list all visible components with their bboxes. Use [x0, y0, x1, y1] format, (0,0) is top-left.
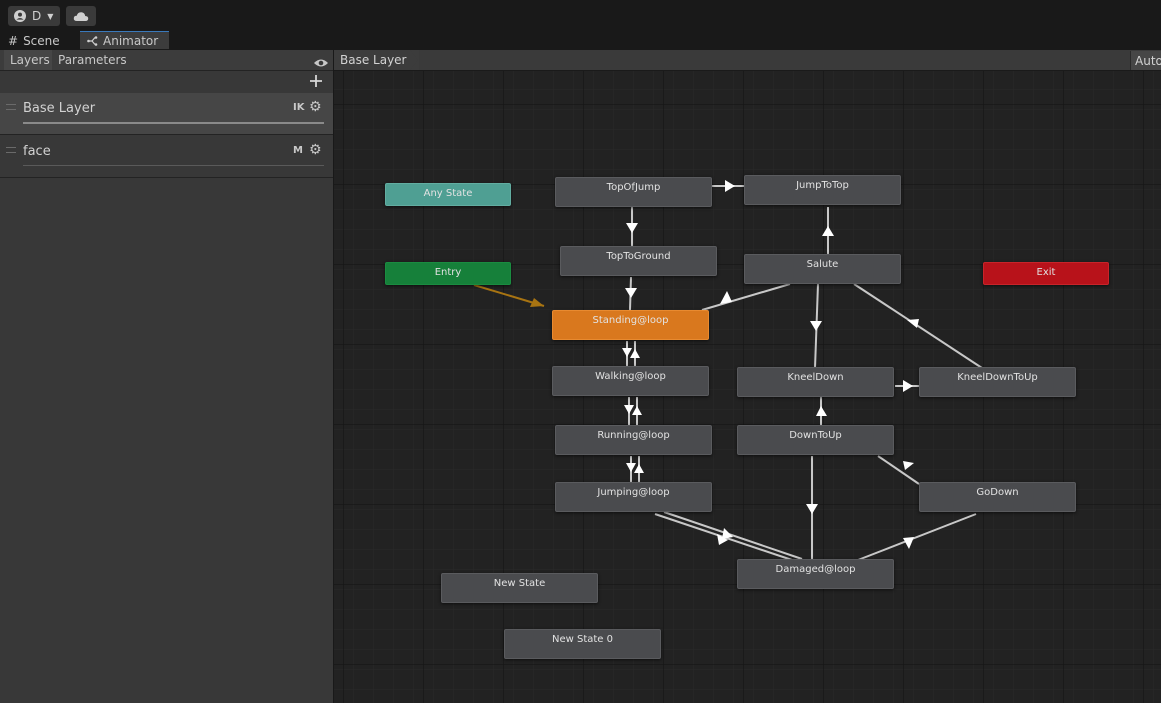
auto-label: Auto — [1135, 53, 1161, 68]
state-exit[interactable]: Exit — [983, 262, 1109, 285]
state-jump-to-top[interactable]: JumpToTop — [744, 175, 901, 205]
layers-panel: Layers Parameters Base Layer IK ⚙ face M… — [0, 50, 334, 703]
animator-icon — [87, 35, 98, 46]
breadcrumb-base-layer[interactable]: Base Layer — [334, 50, 419, 70]
state-label: Any State — [423, 188, 473, 199]
drag-handle-icon[interactable] — [6, 147, 16, 153]
tab-animator-label: Animator — [103, 33, 159, 48]
state-label: GoDown — [976, 486, 1019, 498]
state-kneel-down-to-up[interactable]: KneelDownToUp — [919, 367, 1076, 397]
layer-name: Base Layer — [23, 101, 96, 116]
state-label: Exit — [1036, 267, 1056, 278]
state-label: Running@loop — [597, 429, 670, 441]
window-tab-bar: # Scene Animator — [0, 31, 1161, 50]
layer-row-base[interactable]: Base Layer IK ⚙ — [0, 93, 333, 135]
state-jumping-loop[interactable]: Jumping@loop — [555, 482, 712, 512]
layer-ik-badge: IK — [293, 102, 305, 113]
cloud-icon — [73, 11, 89, 21]
state-label: KneelDown — [787, 371, 844, 383]
state-label: Entry — [434, 267, 462, 278]
state-top-of-jump[interactable]: TopOfJump — [555, 177, 712, 207]
state-label: TopOfJump — [606, 181, 661, 193]
layer-name: face — [23, 144, 51, 159]
state-label: JumpToTop — [796, 179, 849, 191]
state-damaged-loop[interactable]: Damaged@loop — [737, 559, 894, 589]
panel-tab-bar: Layers Parameters — [0, 50, 333, 71]
state-label: New State — [493, 577, 546, 589]
account-initial: D — [32, 9, 42, 23]
state-salute[interactable]: Salute — [744, 254, 901, 284]
drag-handle-icon[interactable] — [6, 104, 16, 110]
breadcrumb-arrow-icon — [410, 50, 418, 70]
gear-icon[interactable]: ⚙ — [309, 142, 322, 158]
chevron-down-icon: ▼ — [47, 11, 54, 21]
state-label: TopToGround — [606, 250, 671, 262]
state-go-down[interactable]: GoDown — [919, 482, 1076, 512]
breadcrumb-label: Base Layer — [340, 53, 407, 67]
tab-scene[interactable]: # Scene — [4, 31, 78, 50]
animator-graph[interactable]: Base Layer Auto Any State Entry Exit Top… — [334, 50, 1161, 703]
state-top-to-ground[interactable]: TopToGround — [560, 246, 717, 276]
state-label: New State 0 — [551, 633, 613, 645]
breadcrumb: Base Layer Auto — [334, 50, 1161, 71]
plus-icon — [310, 75, 322, 87]
cloud-button[interactable] — [66, 6, 96, 26]
auto-live-link-button[interactable]: Auto — [1130, 51, 1161, 70]
tab-layers[interactable]: Layers — [4, 50, 52, 70]
state-nodes: Any State Entry Exit TopOfJump JumpToTop… — [334, 50, 1161, 703]
visibility-eye-icon[interactable] — [313, 54, 329, 73]
state-label: DownToUp — [789, 429, 842, 441]
state-entry[interactable]: Entry — [385, 262, 511, 285]
state-label: Walking@loop — [595, 370, 666, 382]
account-icon — [14, 10, 26, 22]
tab-parameters-label: Parameters — [58, 53, 127, 67]
layer-weight-bar — [23, 165, 324, 166]
state-label: Jumping@loop — [597, 486, 670, 498]
top-toolbar: D ▼ — [0, 0, 1161, 31]
layer-weight-bar — [23, 122, 324, 124]
state-standing-loop[interactable]: Standing@loop — [552, 310, 709, 340]
tab-animator[interactable]: Animator — [80, 31, 169, 49]
state-new-state-0[interactable]: New State 0 — [504, 629, 661, 659]
state-label: KneelDownToUp — [957, 371, 1038, 383]
grid-icon: # — [8, 33, 19, 48]
tab-layers-label: Layers — [10, 53, 50, 67]
tab-parameters[interactable]: Parameters — [54, 50, 127, 70]
layer-row-face[interactable]: face M ⚙ — [0, 136, 333, 178]
state-new-state[interactable]: New State — [441, 573, 598, 603]
state-walking-loop[interactable]: Walking@loop — [552, 366, 709, 396]
state-running-loop[interactable]: Running@loop — [555, 425, 712, 455]
account-dropdown[interactable]: D ▼ — [8, 6, 60, 26]
state-any-state[interactable]: Any State — [385, 183, 511, 206]
add-layer-button[interactable] — [307, 72, 325, 90]
gear-icon[interactable]: ⚙ — [309, 99, 322, 115]
state-label: Damaged@loop — [775, 563, 856, 575]
state-kneel-down[interactable]: KneelDown — [737, 367, 894, 397]
layer-m-badge: M — [293, 145, 303, 156]
state-down-to-up[interactable]: DownToUp — [737, 425, 894, 455]
tab-scene-label: Scene — [23, 33, 60, 48]
state-label: Standing@loop — [592, 314, 669, 326]
state-label: Salute — [806, 258, 839, 270]
